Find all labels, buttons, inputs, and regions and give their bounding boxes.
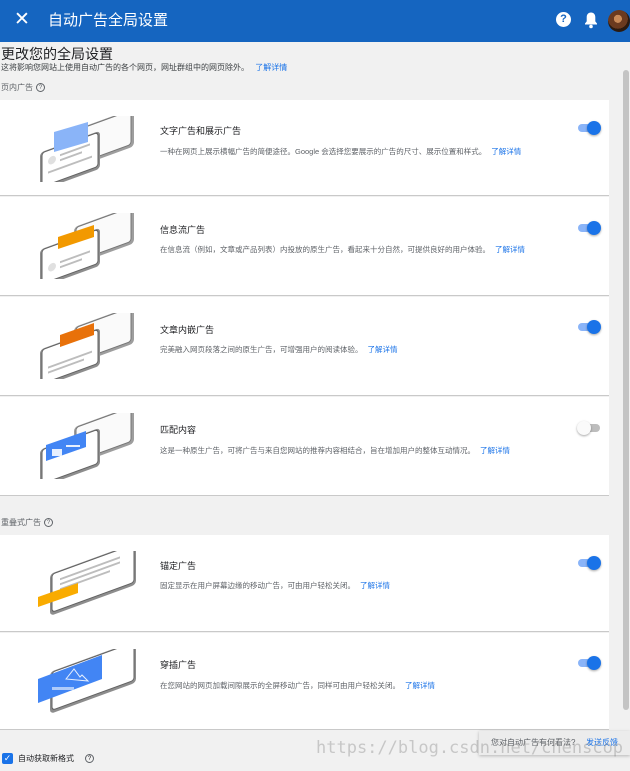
notification-bell-icon[interactable]: [583, 11, 599, 29]
auto-new-formats-row: ✓ 自动获取新格式 ?: [0, 749, 400, 769]
toggle-vignette-ads[interactable]: [577, 656, 601, 670]
toggle-anchor-ads[interactable]: [577, 556, 601, 570]
send-feedback-link[interactable]: 发送反馈: [586, 731, 618, 755]
ad-format-name: 信息流广告: [160, 225, 206, 235]
toggle-text-display-ads[interactable]: [577, 121, 601, 135]
question-circle-icon[interactable]: ?: [44, 518, 53, 528]
vignette-ad-illustration: [38, 649, 136, 713]
learn-more-link[interactable]: 了解详情: [480, 446, 510, 455]
ad-format-card-anchor: 锚定广告 固定显示在用户屏幕边缘的移动广告，可由用户轻松关闭。 了解详情: [0, 535, 609, 632]
ad-format-name: 匹配内容: [160, 425, 197, 435]
ad-format-description: 一种在网页上展示横幅广告的简便途径。Google 会选择您要展示的广告的尺寸、展…: [160, 146, 521, 157]
feedback-question: 您对自动广告有何看法?: [491, 738, 576, 747]
learn-more-link[interactable]: 了解详情: [491, 147, 521, 156]
ad-format-card-text-display: 文字广告和展示广告 一种在网页上展示横幅广告的简便途径。Google 会选择您要…: [0, 100, 609, 196]
close-icon[interactable]: ✕: [12, 9, 32, 31]
page-scrollbar[interactable]: [621, 42, 630, 771]
section-overlay-label: 重叠式广告: [1, 518, 41, 527]
ad-format-description-text: 固定显示在用户屏幕边缘的移动广告，可由用户轻松关闭。: [160, 581, 355, 590]
section-in-page-label: 页内广告: [1, 83, 33, 92]
page-learn-more-link[interactable]: 了解详情: [255, 63, 287, 72]
learn-more-link[interactable]: 了解详情: [495, 245, 525, 254]
page-description-text: 这将影响您网站上使用自动广告的各个网页，网址群组中的网页除外。: [1, 63, 249, 72]
toggle-in-article-ads[interactable]: [577, 320, 601, 334]
ad-format-card-vignette: 穿插广告 在您网站的网页加载间隙展示的全屏移动广告，同样可由用户轻松关闭。 了解详…: [0, 633, 609, 730]
learn-more-link[interactable]: 了解详情: [368, 345, 398, 354]
ad-format-card-in-feed: 信息流广告 在信息流（例如，文章或产品列表）内投放的原生广告，看起来十分自然，可…: [0, 197, 609, 296]
section-overlay-ads: 重叠式广告?: [1, 517, 53, 529]
ad-format-name: 文章内嵌广告: [160, 325, 215, 335]
in-feed-ad-illustration: [40, 213, 134, 279]
section-in-page-ads: 页内广告?: [1, 82, 45, 94]
ad-format-name: 锚定广告: [160, 561, 197, 571]
page-description: 这将影响您网站上使用自动广告的各个网页，网址群组中的网页除外。 了解详情: [1, 62, 287, 74]
ad-format-description-text: 在信息流（例如，文章或产品列表）内投放的原生广告，看起来十分自然，可提供良好的用…: [160, 245, 490, 254]
app-header: ✕ 自动广告全局设置 ?: [0, 0, 630, 42]
auto-new-formats-checkbox[interactable]: ✓: [2, 753, 13, 764]
question-circle-icon[interactable]: ?: [36, 83, 45, 93]
toggle-in-feed-ads[interactable]: [577, 221, 601, 235]
ad-format-description-text: 在您网站的网页加载间隙展示的全屏移动广告，同样可由用户轻松关闭。: [160, 681, 400, 690]
ad-format-name: 文字广告和展示广告: [160, 126, 242, 136]
matched-content-illustration: [40, 413, 134, 479]
ad-format-name: 穿插广告: [160, 660, 197, 670]
page-header-title: 自动广告全局设置: [48, 12, 169, 29]
anchor-ad-illustration: [38, 551, 136, 615]
toggle-knob: [587, 656, 601, 670]
text-display-ad-illustration: [40, 116, 134, 182]
ad-format-description: 这是一种原生广告，可将广告与来自您网站的推荐内容相结合，旨在增加用户的整体互动情…: [160, 445, 510, 456]
ad-format-description: 在您网站的网页加载间隙展示的全屏移动广告，同样可由用户轻松关闭。 了解详情: [160, 680, 435, 691]
learn-more-link[interactable]: 了解详情: [360, 581, 390, 590]
ad-format-description-text: 完美融入网页段落之间的原生广告，可增强用户的阅读体验。: [160, 345, 363, 354]
toggle-knob: [577, 421, 591, 435]
feedback-bar: 您对自动广告有何看法? 发送反馈: [479, 731, 630, 755]
ad-format-description: 在信息流（例如，文章或产品列表）内投放的原生广告，看起来十分自然，可提供良好的用…: [160, 244, 525, 255]
in-article-ad-illustration: [40, 313, 134, 379]
auto-new-formats-label: 自动获取新格式: [18, 754, 74, 763]
ad-format-card-matched-content: 匹配内容 这是一种原生广告，可将广告与来自您网站的推荐内容相结合，旨在增加用户的…: [0, 397, 609, 496]
toggle-matched-content[interactable]: [577, 421, 601, 435]
ad-format-description-text: 这是一种原生广告，可将广告与来自您网站的推荐内容相结合，旨在增加用户的整体互动情…: [160, 446, 475, 455]
ad-format-description-text: 一种在网页上展示横幅广告的简便途径。Google 会选择您要展示的广告的尺寸、展…: [160, 147, 487, 156]
page-title: 更改您的全局设置: [1, 46, 113, 62]
scrollbar-thumb[interactable]: [623, 70, 629, 710]
ad-format-description: 完美融入网页段落之间的原生广告，可增强用户的阅读体验。 了解详情: [160, 344, 398, 355]
toggle-knob: [587, 221, 601, 235]
toggle-knob: [587, 556, 601, 570]
ad-format-card-in-article: 文章内嵌广告 完美融入网页段落之间的原生广告，可增强用户的阅读体验。 了解详情: [0, 297, 609, 396]
ad-format-description: 固定显示在用户屏幕边缘的移动广告，可由用户轻松关闭。 了解详情: [160, 580, 390, 591]
help-icon[interactable]: ?: [556, 12, 571, 27]
toggle-knob: [587, 121, 601, 135]
learn-more-link[interactable]: 了解详情: [405, 681, 435, 690]
question-circle-icon[interactable]: ?: [85, 754, 94, 763]
user-avatar[interactable]: [608, 10, 630, 32]
toggle-knob: [587, 320, 601, 334]
